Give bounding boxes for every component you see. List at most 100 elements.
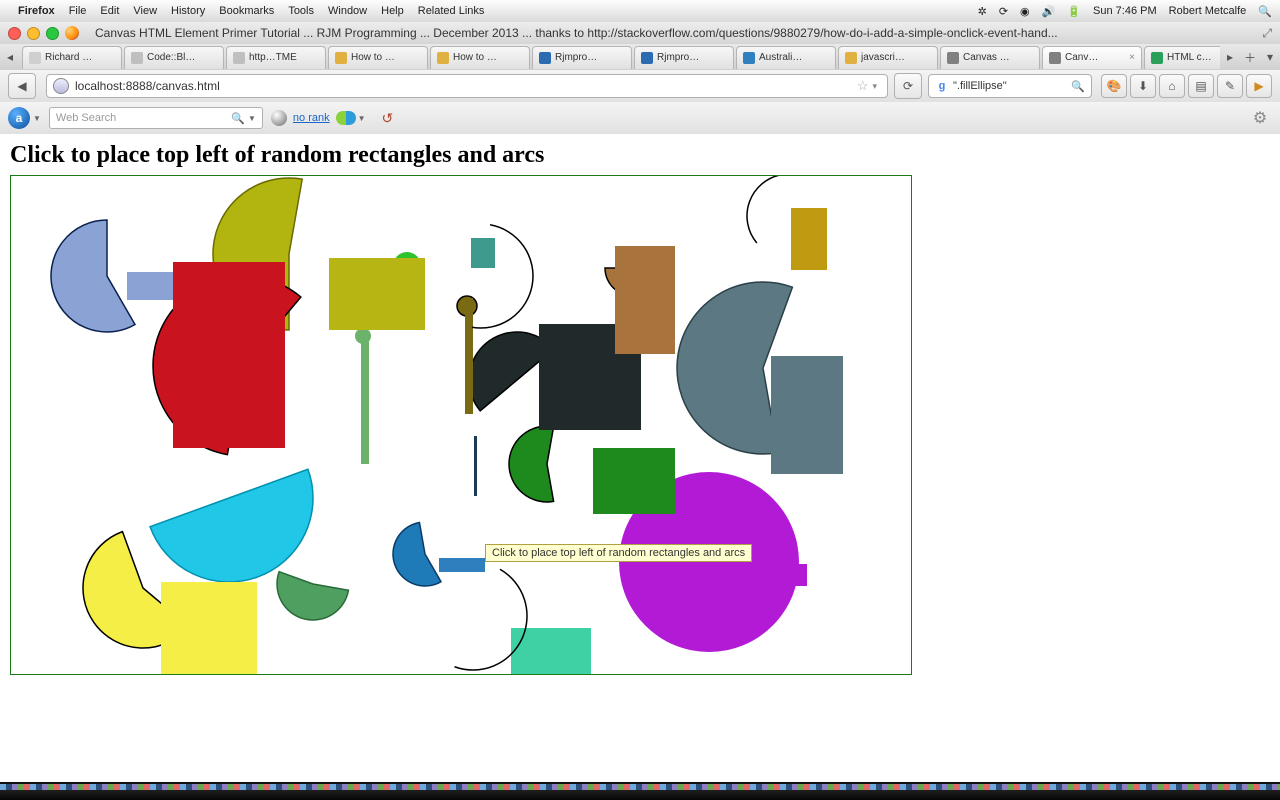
menu-help[interactable]: Help	[381, 5, 404, 17]
menu-history[interactable]: History	[171, 5, 205, 17]
favicon-icon	[539, 52, 551, 64]
bluetooth-icon[interactable]: ✲	[978, 5, 987, 18]
browser-tab-11[interactable]: HTML c…	[1144, 46, 1220, 69]
canvas-rect	[465, 298, 473, 414]
browser-tab-7[interactable]: Australi…	[736, 46, 836, 69]
tab-label: HTML c…	[1167, 52, 1220, 63]
url-dropdown-icon[interactable]: ▾	[872, 81, 877, 92]
menu-related-links[interactable]: Related Links	[418, 5, 485, 17]
browser-tab-8[interactable]: javascri…	[838, 46, 938, 69]
settings-gear-icon[interactable]: ⚙	[1248, 107, 1272, 129]
url-bar[interactable]: localhost:8888/canvas.html ☆ ▾	[46, 74, 888, 98]
menu-view[interactable]: View	[133, 5, 157, 17]
close-window-button[interactable]	[8, 27, 21, 40]
volume-icon[interactable]: 🔊	[1042, 5, 1056, 18]
browser-tab-5[interactable]: Rjmpro…	[532, 46, 632, 69]
url-text[interactable]: localhost:8888/canvas.html	[75, 79, 853, 93]
wayback-icon[interactable]: ↺	[382, 110, 394, 127]
menu-bookmarks[interactable]: Bookmarks	[219, 5, 274, 17]
reload-button[interactable]: ⟳	[894, 73, 922, 99]
toolbar-btn-6[interactable]: ▶	[1246, 74, 1272, 98]
web-search-mag-icon[interactable]: 🔍	[231, 112, 245, 125]
tab-list-dropdown[interactable]: ▾	[1260, 50, 1280, 64]
mac-menubar: Firefox File Edit View History Bookmarks…	[0, 0, 1280, 23]
browser-tab-10[interactable]: Canv…×	[1042, 46, 1142, 69]
toolbar-btn-5[interactable]: ✎	[1217, 74, 1243, 98]
search-text[interactable]: ".fillEllipse"	[953, 80, 1071, 92]
canvas-rect	[471, 238, 495, 268]
google-icon[interactable]: g	[935, 79, 949, 93]
browser-tab-9[interactable]: Canvas …	[940, 46, 1040, 69]
wifi-icon[interactable]: ◉	[1020, 5, 1030, 18]
favicon-icon	[947, 52, 959, 64]
tab-label: Canvas …	[963, 52, 1033, 63]
menu-window[interactable]: Window	[328, 5, 367, 17]
back-button[interactable]: ◀	[8, 73, 36, 99]
downloads-button[interactable]: ⬇	[1130, 74, 1156, 98]
search-bar[interactable]: g ".fillEllipse" 🔍	[928, 74, 1092, 98]
favicon-icon	[131, 52, 143, 64]
addon-toolbar: a ▼ Web Search 🔍 ▼ no rank ▼ ↺ ⚙	[0, 102, 1280, 135]
sync-icon[interactable]: ⟳	[999, 5, 1008, 18]
clock[interactable]: Sun 7:46 PM	[1093, 5, 1157, 17]
browser-tab-2[interactable]: http…TME	[226, 46, 326, 69]
alexa-rank-link[interactable]: no rank	[293, 112, 330, 124]
zoom-window-button[interactable]	[46, 27, 59, 40]
web-search-input[interactable]: Web Search 🔍 ▼	[49, 107, 263, 129]
browser-tab-0[interactable]: Richard …	[22, 46, 122, 69]
browser-tab-4[interactable]: How to …	[430, 46, 530, 69]
web-search-placeholder: Web Search	[56, 112, 231, 124]
canvas-rect	[173, 262, 285, 448]
dock[interactable]	[0, 782, 1280, 800]
browser-tab-6[interactable]: Rjmpro…	[634, 46, 734, 69]
globe-icon[interactable]	[271, 110, 287, 126]
menu-tools[interactable]: Tools	[288, 5, 314, 17]
window-titlebar: Canvas HTML Element Primer Tutorial ... …	[0, 22, 1280, 45]
menu-file[interactable]: File	[69, 5, 87, 17]
canvas-tooltip: Click to place top left of random rectan…	[485, 544, 752, 562]
favicon-icon	[1049, 52, 1061, 64]
page-heading: Click to place top left of random rectan…	[10, 142, 1270, 169]
tab-label: Canv…	[1065, 52, 1126, 63]
spotlight-icon[interactable]: 🔍	[1258, 5, 1272, 18]
pill-toggle-icon[interactable]	[336, 111, 356, 125]
canvas-arc	[51, 220, 135, 332]
canvas-area[interactable]: Click to place top left of random rectan…	[10, 175, 912, 675]
canvas-rect	[161, 582, 257, 674]
web-search-dropdown-icon[interactable]: ▼	[248, 114, 256, 123]
user-name[interactable]: Robert Metcalfe	[1169, 5, 1247, 17]
minimize-window-button[interactable]	[27, 27, 40, 40]
canvas-arc	[150, 469, 313, 582]
tab-scroll-left[interactable]: ◂	[0, 50, 20, 64]
canvas-rect	[593, 448, 675, 514]
favicon-icon	[1151, 52, 1163, 64]
bookmarks-button[interactable]: ▤	[1188, 74, 1214, 98]
tab-label: Rjmpro…	[657, 52, 727, 63]
menu-edit[interactable]: Edit	[100, 5, 119, 17]
app-menu[interactable]: Firefox	[18, 5, 55, 17]
battery-icon[interactable]: 🔋	[1067, 5, 1081, 18]
nav-toolbar: ◀ localhost:8888/canvas.html ☆ ▾ ⟳ g ".f…	[0, 70, 1280, 103]
window-title: Canvas HTML Element Primer Tutorial ... …	[95, 26, 1256, 40]
canvas-rect	[771, 356, 843, 474]
tab-scroll-right[interactable]: ▸	[1220, 50, 1240, 64]
pill-dropdown-icon[interactable]: ▼	[358, 114, 366, 123]
canvas-rect	[791, 208, 827, 270]
alexa-dropdown-icon[interactable]: ▼	[33, 114, 41, 123]
canvas-rect	[787, 564, 807, 586]
favicon-icon	[743, 52, 755, 64]
toolbar-btn-1[interactable]: 🎨	[1101, 74, 1127, 98]
tab-label: Code::Bl…	[147, 52, 217, 63]
tab-close-icon[interactable]: ×	[1129, 52, 1135, 63]
home-button[interactable]: ⌂	[1159, 74, 1185, 98]
browser-tab-3[interactable]: How to …	[328, 46, 428, 69]
new-tab-button[interactable]: ＋	[1240, 49, 1260, 66]
site-identity-icon[interactable]	[53, 78, 69, 94]
firefox-icon	[65, 26, 79, 40]
bookmark-star-icon[interactable]: ☆	[857, 78, 869, 94]
fullscreen-icon[interactable]: ⤢	[1262, 26, 1272, 41]
browser-tab-1[interactable]: Code::Bl…	[124, 46, 224, 69]
search-submit-icon[interactable]: 🔍	[1071, 80, 1085, 93]
page-content: Click to place top left of random rectan…	[0, 134, 1280, 780]
alexa-icon[interactable]: a	[8, 107, 30, 129]
